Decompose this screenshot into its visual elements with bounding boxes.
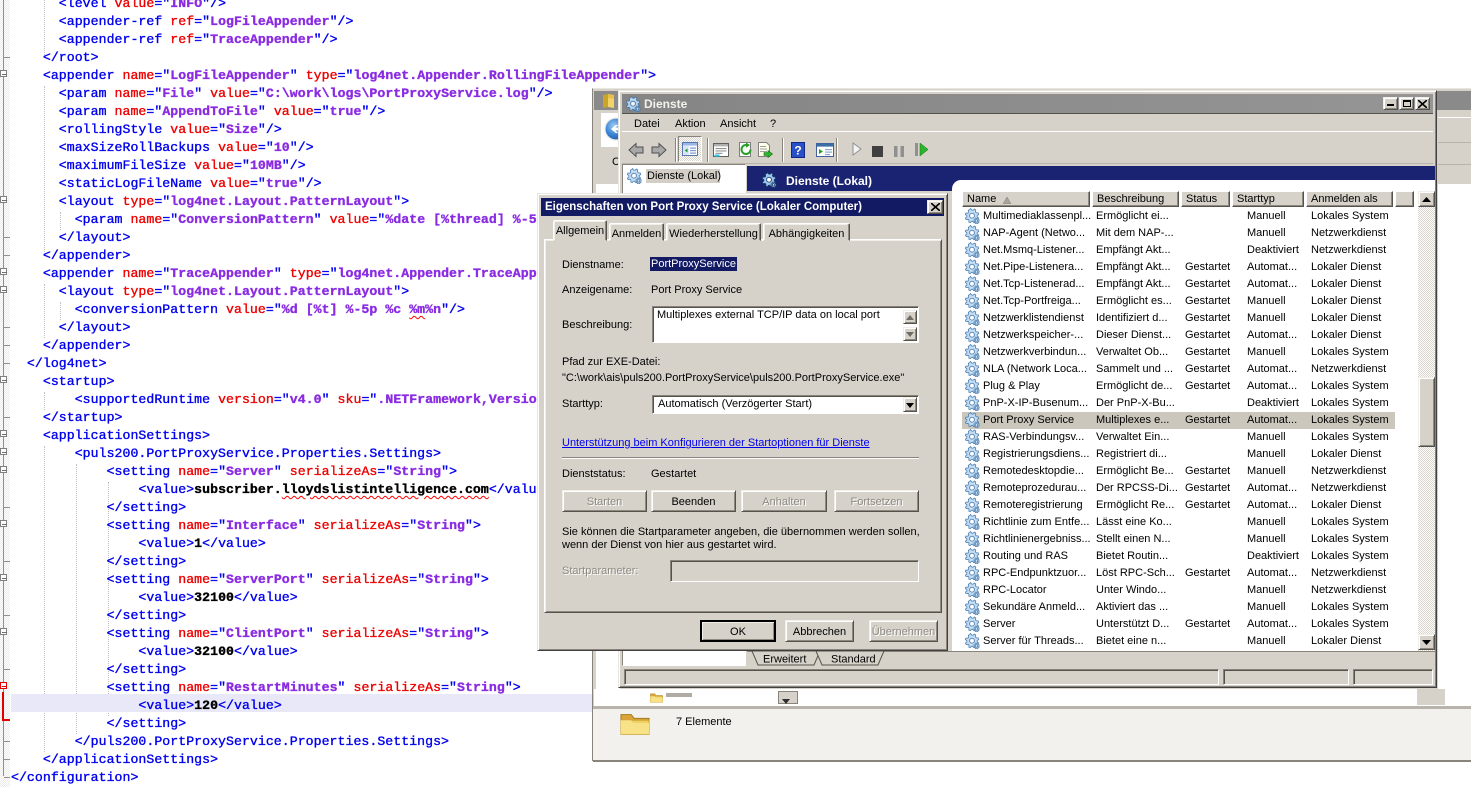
svg-text:Erweitert: Erweitert — [763, 654, 806, 666]
svg-text:?: ? — [794, 144, 801, 158]
svg-text:Standard: Standard — [831, 654, 876, 666]
